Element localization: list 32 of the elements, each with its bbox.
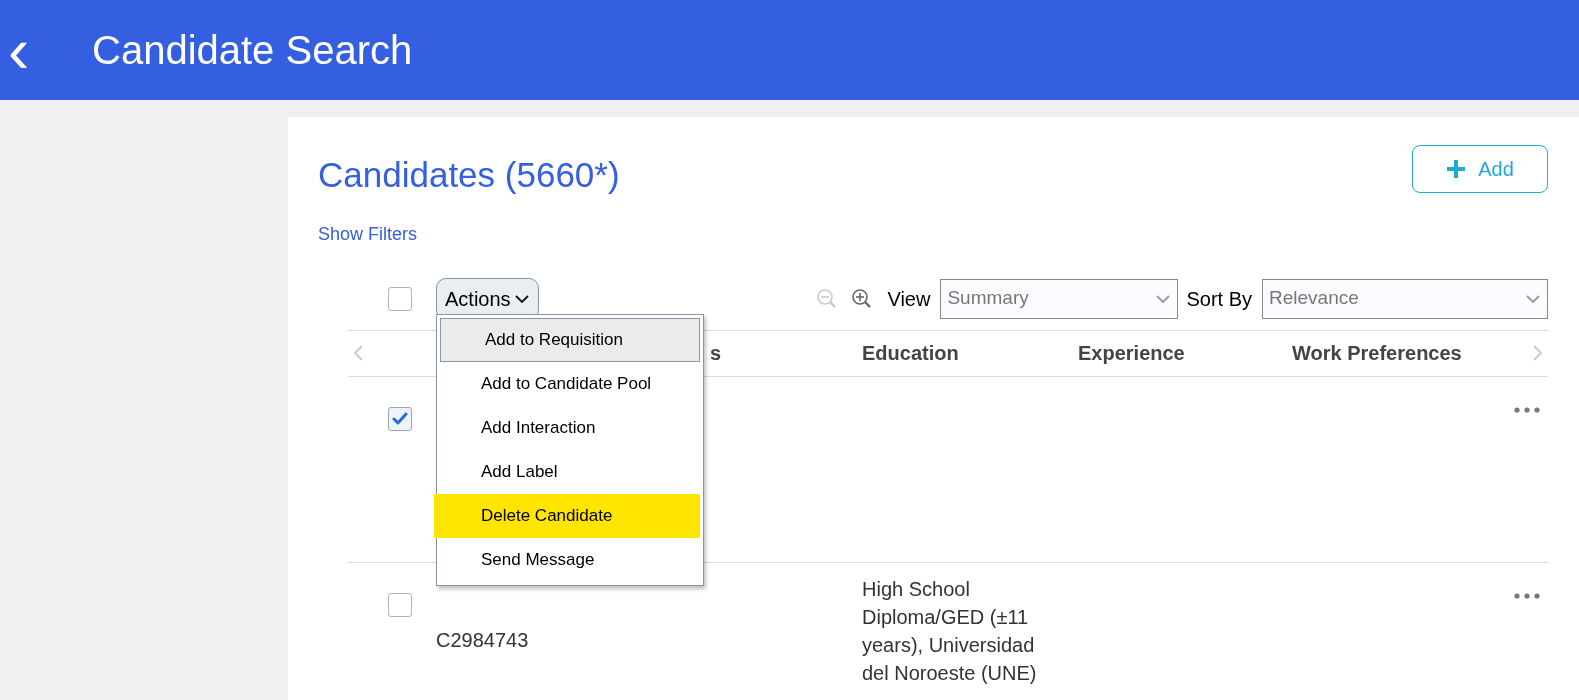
sort-select[interactable]: Relevance bbox=[1262, 278, 1548, 319]
checkmark-icon bbox=[392, 411, 408, 426]
menu-item[interactable]: Send Message bbox=[437, 538, 703, 582]
column-header: Education bbox=[862, 342, 959, 364]
scroll-right-icon[interactable] bbox=[1532, 344, 1544, 362]
menu-item[interactable]: Delete Candidate bbox=[434, 494, 700, 538]
page-title: Candidate Search bbox=[92, 27, 413, 74]
menu-item[interactable]: Add to Candidate Pool bbox=[437, 362, 703, 406]
more-icon[interactable] bbox=[1514, 406, 1540, 413]
checkbox[interactable] bbox=[388, 286, 412, 311]
more-icon[interactable] bbox=[1514, 592, 1540, 599]
back-button[interactable]: ‹ bbox=[8, 18, 78, 82]
show-filters-link[interactable]: Show Filters bbox=[318, 223, 418, 244]
checkbox[interactable] bbox=[388, 592, 412, 617]
panel-title: Candidates (5660*) bbox=[318, 154, 620, 196]
menu-item[interactable]: Add to Requisition bbox=[440, 318, 700, 362]
plus-icon bbox=[1446, 159, 1467, 179]
view-select[interactable]: Summary bbox=[940, 278, 1179, 319]
chevron-down-icon bbox=[1525, 293, 1541, 304]
chevron-down-icon bbox=[1155, 293, 1172, 304]
candidate-id: C2984743 bbox=[436, 628, 529, 651]
menu-item[interactable]: Add Label bbox=[437, 450, 703, 494]
sort-by-label: Sort By bbox=[1186, 286, 1252, 312]
column-header: s bbox=[710, 342, 722, 364]
scroll-left-icon[interactable] bbox=[352, 344, 364, 362]
caret-icon bbox=[513, 293, 530, 304]
column-header: Work Preferences bbox=[1292, 342, 1462, 364]
menu-item[interactable]: Add Interaction bbox=[437, 406, 703, 450]
table-cell-text: High School Diploma/GED (±11 years), Universidad del Noroeste (UNE) bbox=[862, 576, 1038, 686]
column-header: Experience bbox=[1078, 342, 1185, 364]
view-label: View bbox=[887, 286, 931, 312]
checkbox[interactable] bbox=[388, 406, 412, 431]
